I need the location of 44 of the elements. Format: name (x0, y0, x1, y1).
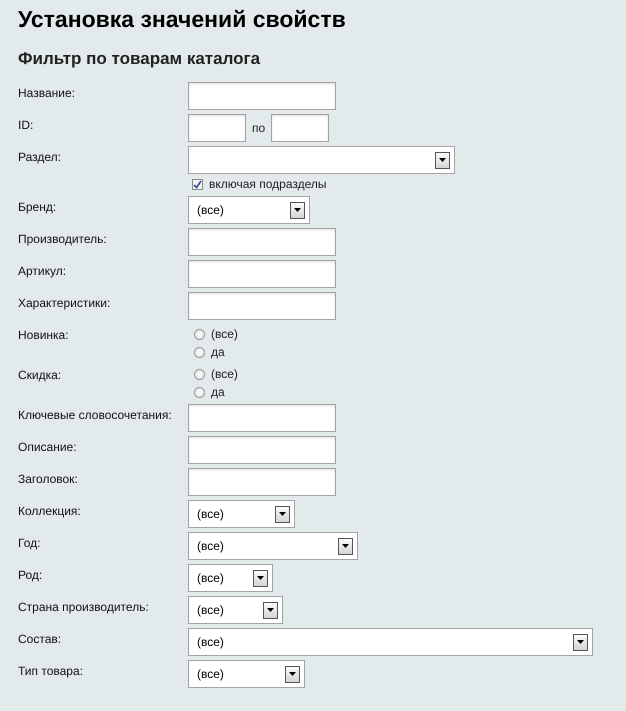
radio-option[interactable]: да (194, 345, 238, 360)
dropdown[interactable]: (все) (188, 564, 273, 592)
field-label: Год: (18, 535, 42, 552)
field-label: Производитель: (18, 231, 108, 248)
text-field[interactable] (188, 260, 336, 288)
field-label: Описание: (18, 439, 78, 456)
field-label: ID: (18, 117, 34, 134)
field-label: Заголовок: (18, 471, 79, 488)
field-label: Коллекция: (18, 503, 82, 520)
text-field[interactable] (188, 468, 336, 496)
field-label: Раздел: (18, 149, 62, 166)
field-label: Название: (18, 85, 76, 102)
dropdown[interactable]: (все) (188, 500, 295, 528)
field-label: Артикул: (18, 263, 68, 280)
dropdown[interactable]: (все) (188, 660, 305, 688)
range-separator: по (252, 121, 266, 135)
dropdown[interactable]: (все) (188, 628, 593, 656)
field-label: Род: (18, 567, 44, 584)
text-field[interactable] (188, 404, 336, 432)
radio-option[interactable]: (все) (194, 327, 238, 342)
text-field[interactable] (188, 228, 336, 256)
text-field[interactable] (188, 292, 336, 320)
radio-option[interactable]: да (194, 385, 238, 400)
section-title: Фильтр по товарам каталога (18, 48, 262, 70)
radio-option[interactable]: (все) (194, 367, 238, 382)
field-label: Состав: (18, 631, 62, 648)
text-field[interactable] (188, 82, 336, 110)
dropdown[interactable]: (все) (188, 532, 358, 560)
field-label: Новинка: (18, 327, 70, 344)
field-label: Скидка: (18, 367, 62, 384)
field-label: Тип товара: (18, 663, 84, 680)
page-title: Установка значений свойств (18, 5, 347, 34)
text-field[interactable] (188, 436, 336, 464)
field-label: Бренд: (18, 199, 58, 216)
field-label: Страна производитель: (18, 599, 150, 616)
field-label: Ключевые словосочетания: (18, 407, 173, 424)
dropdown[interactable] (188, 146, 455, 174)
dropdown[interactable]: (все) (188, 596, 283, 624)
checkbox[interactable]: включая подразделы (188, 177, 327, 192)
id-to-field[interactable] (271, 114, 330, 142)
field-label: Характеристики: (18, 295, 112, 312)
id-from-field[interactable] (188, 114, 246, 142)
dropdown[interactable]: (все) (188, 196, 310, 224)
checkmark-icon (193, 180, 202, 189)
